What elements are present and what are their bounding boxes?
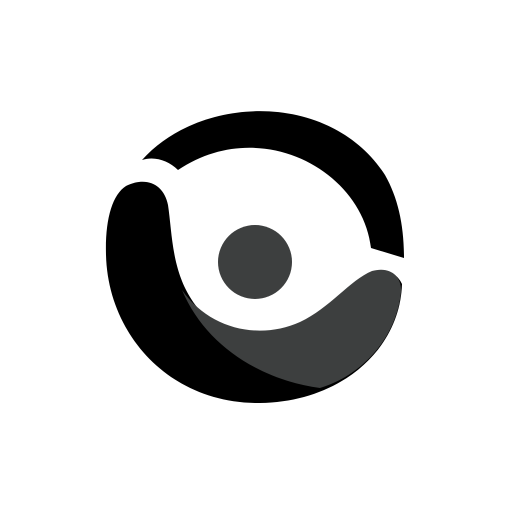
canvas [0,0,512,512]
abstract-person-circle-icon [105,111,404,404]
head-dot [218,225,292,299]
